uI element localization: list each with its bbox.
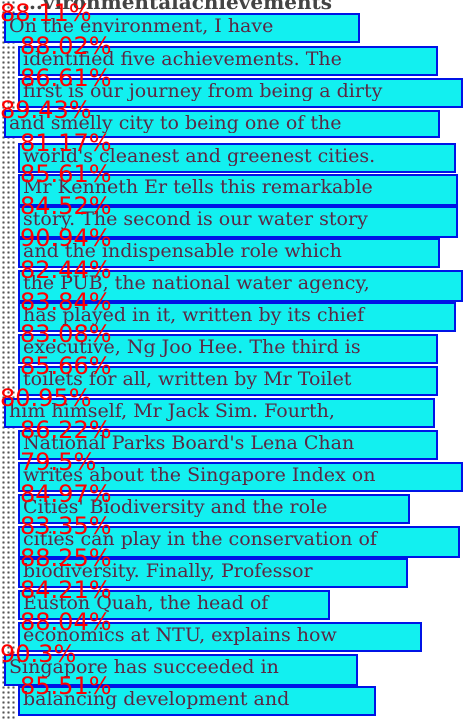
confidence-score-label: 85.61% (20, 160, 112, 188)
confidence-score-label: 88.11% (0, 0, 92, 27)
confidence-score-label: 85.66% (20, 352, 112, 380)
confidence-score-label: 83.35% (20, 512, 112, 540)
confidence-score-label: 79.5% (20, 448, 97, 476)
confidence-score-label: 81.17% (20, 129, 112, 157)
confidence-score-label: 84.97% (20, 480, 112, 508)
confidence-score-label: 84.52% (20, 192, 112, 220)
confidence-score-label: 83.08% (20, 320, 112, 348)
confidence-score-label: 90.94% (20, 224, 112, 252)
confidence-score-label: 84.21% (20, 576, 112, 604)
confidence-score-label: 85.51% (20, 672, 112, 700)
confidence-score-label: 86.61% (20, 64, 112, 92)
confidence-score-label: 89.43% (0, 96, 92, 124)
confidence-score-label: 88.02% (20, 32, 112, 60)
confidence-score-label: 86.22% (20, 416, 112, 444)
confidence-score-label: 82.44% (20, 256, 112, 284)
confidence-score-label: 88.04% (20, 608, 112, 636)
confidence-score-label: 83.84% (20, 288, 112, 316)
confidence-score-label: 90.3% (0, 640, 77, 668)
confidence-score-label: 80.95% (0, 384, 92, 412)
confidence-score-label: 88.25% (20, 544, 112, 572)
